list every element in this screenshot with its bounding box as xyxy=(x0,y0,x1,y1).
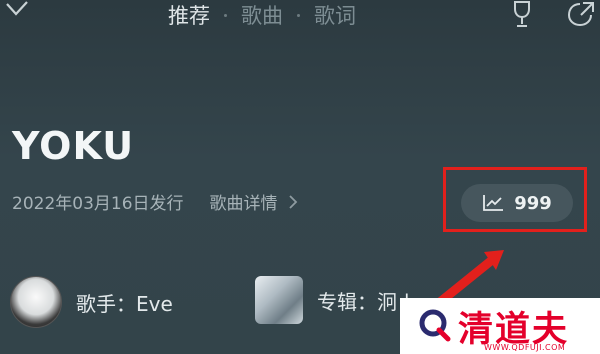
song-meta: 2022年03月16日发行 歌曲详情 xyxy=(12,189,298,214)
tab-recommend[interactable]: 推荐 xyxy=(168,0,210,30)
song-detail-link[interactable]: 歌曲详情 xyxy=(210,189,298,214)
share-icon[interactable] xyxy=(566,0,596,28)
album-row[interactable]: 专辑：泂 | xyxy=(255,276,410,324)
release-date: 2022年03月16日发行 xyxy=(12,194,184,214)
artist-row[interactable]: 歌手：Eve xyxy=(10,276,173,328)
top-bar: 推荐 歌曲 歌词 xyxy=(0,0,600,36)
logo-icon xyxy=(419,309,451,342)
tab-separator xyxy=(224,13,227,17)
artist-label: 歌手：Eve xyxy=(76,291,173,316)
album-label: 专辑：泂 | xyxy=(317,289,411,314)
watermark-url: WWW.QDFUJI.COM xyxy=(484,343,566,352)
watermark: 清道夫 WWW.QDFUJI.COM xyxy=(400,298,600,354)
song-detail-label: 歌曲详情 xyxy=(209,194,278,214)
song-title: YOKU xyxy=(12,124,135,168)
chevron-down-icon[interactable] xyxy=(4,0,30,24)
highlight-box xyxy=(443,167,587,232)
tab-songs[interactable]: 歌曲 xyxy=(241,0,283,30)
chevron-right-icon xyxy=(288,194,297,209)
tab-separator xyxy=(297,13,300,17)
avatar xyxy=(10,276,62,328)
tab-bar: 推荐 歌曲 歌词 xyxy=(168,0,356,30)
trophy-icon[interactable] xyxy=(509,0,535,30)
tab-lyrics[interactable]: 歌词 xyxy=(314,0,356,30)
album-cover xyxy=(255,276,303,324)
